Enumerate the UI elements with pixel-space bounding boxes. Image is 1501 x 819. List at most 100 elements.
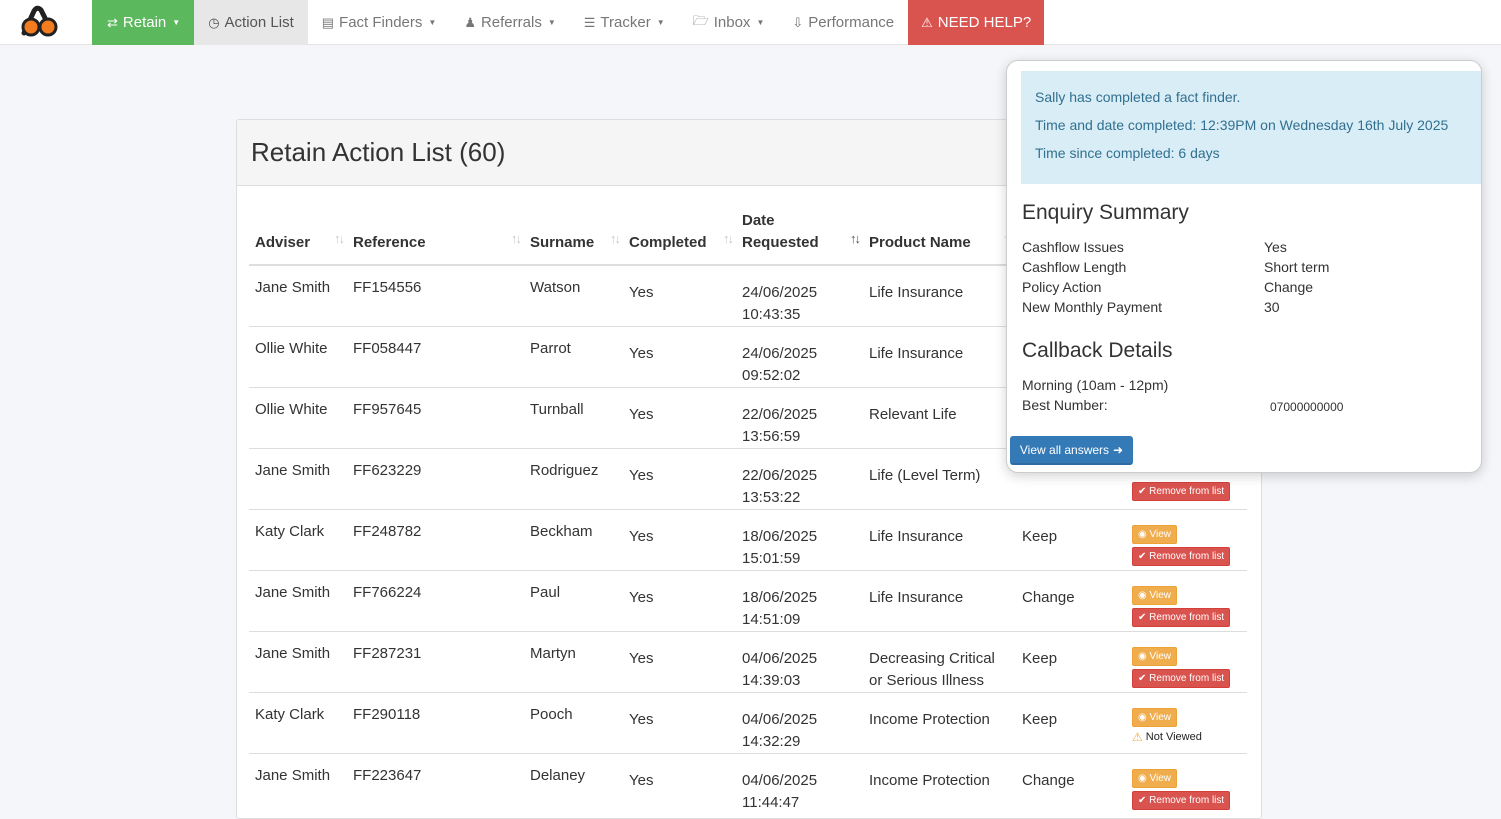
alert-line-completed: Sally has completed a fact finder.	[1035, 89, 1241, 105]
cell-reference: FF290118	[347, 692, 524, 754]
column-header-completed[interactable]: Completed ↑↓	[623, 210, 736, 266]
remove-button-label: Remove from list	[1149, 486, 1225, 497]
view-button[interactable]: ◉ View	[1132, 647, 1178, 666]
sort-icon[interactable]: ↑↓	[723, 228, 734, 250]
time-value: 13:53:22	[742, 489, 801, 506]
product-line: Life Insurance	[869, 589, 964, 606]
cell-adviser: Katy Clark	[249, 692, 347, 754]
column-header-label: Adviser	[255, 234, 311, 251]
cell-reference: FF766224	[347, 570, 524, 632]
sort-icon[interactable]: ↑↓	[610, 228, 621, 250]
cell-adviser: Jane Smith	[249, 570, 347, 632]
check-icon: ✔	[1138, 673, 1147, 684]
nav-action-list[interactable]: ◷ Action List	[194, 0, 308, 45]
product-line: Relevant Life	[869, 406, 957, 423]
sort-icon[interactable]: ↑↓	[511, 228, 522, 250]
fact-finder-popover: Sally has completed a fact finder. Time …	[1006, 60, 1482, 473]
cell-date-requested: 04/06/2025 14:39:03	[736, 631, 863, 693]
enquiry-key: Cashflow Issues	[1022, 239, 1124, 255]
remove-from-list-button[interactable]: ✔ Remove from list	[1132, 669, 1231, 688]
cell-policy-action: Keep	[1016, 692, 1126, 754]
nav-inbox-dropdown[interactable]: 🗁 Inbox ▼	[679, 0, 779, 45]
cell-adviser: Katy Clark	[249, 509, 347, 571]
nav-referrals-dropdown[interactable]: ♟ Referrals ▼	[450, 0, 569, 45]
enquiry-value: Yes	[1264, 239, 1287, 255]
column-header-reference[interactable]: Reference ↑↓	[347, 210, 524, 266]
time-value: 14:32:29	[742, 733, 801, 750]
need-help-button[interactable]: ⚠ NEED HELP?	[908, 0, 1045, 45]
caret-down-icon: ▼	[172, 18, 181, 27]
sort-desc-icon[interactable]: ↑↓	[850, 228, 861, 250]
cell-completed: Yes	[623, 692, 736, 754]
table-row: Katy Clark FF248782 Beckham Yes 18/06/2025 15…	[249, 509, 1247, 571]
alert-line-date: Time and date completed: 12:39PM on Wedn…	[1035, 117, 1449, 133]
cell-adviser: Ollie White	[249, 326, 347, 388]
column-header-label: Completed	[629, 234, 707, 251]
cell-policy-action: Keep	[1016, 509, 1126, 571]
product-line: Life Insurance	[869, 345, 964, 362]
view-all-answers-button[interactable]: View all answers ➜	[1010, 436, 1133, 465]
circle-arrow-down-icon: ⇩	[792, 14, 804, 30]
date-value: 24/06/2025	[742, 284, 818, 301]
cell-product-name: Life (Level Term)	[863, 448, 1016, 510]
cell-adviser: Jane Smith	[255, 279, 331, 296]
column-header-adviser[interactable]: Adviser ↑↓	[249, 210, 347, 266]
cell-surname: Watson	[530, 279, 581, 296]
date-value: 18/06/2025	[742, 589, 818, 606]
eye-icon: ◉	[1138, 529, 1147, 540]
view-button[interactable]: ◉ View	[1132, 769, 1178, 788]
cell-product-name: Life Insurance	[863, 265, 1016, 327]
view-all-answers-label: View all answers	[1019, 442, 1110, 457]
cell-product-name: Income Protection	[863, 753, 1016, 814]
cell-date-requested: 04/06/2025 11:44:47	[736, 753, 863, 814]
cell-date-requested: 18/06/2025 14:51:09	[736, 570, 863, 632]
cell-completed: Yes	[623, 326, 736, 388]
column-header-date-requested[interactable]: Date Requested ↑↓	[736, 210, 863, 266]
nav-performance-label: Performance	[808, 14, 895, 31]
view-button[interactable]: ◉ View	[1132, 708, 1178, 727]
date-value: 04/06/2025	[742, 711, 818, 728]
cell-completed: Yes	[623, 570, 736, 632]
remove-from-list-button[interactable]: ✔ Remove from list	[1132, 547, 1231, 566]
view-button-label: View	[1149, 773, 1172, 784]
nav-tracker-dropdown[interactable]: ☰ Tracker ▼	[570, 0, 679, 45]
cell-policy-action: Change	[1016, 570, 1126, 632]
app-logo[interactable]	[18, 3, 60, 39]
date-value: 18/06/2025	[742, 528, 818, 545]
enquiry-value: Short term	[1264, 259, 1330, 275]
cell-date-requested: 22/06/2025 13:53:22	[736, 448, 863, 510]
remove-from-list-button[interactable]: ✔ Remove from list	[1132, 482, 1231, 501]
table-row: Jane Smith FF766224 Paul Yes 18/06/2025 14:51…	[249, 570, 1247, 632]
nav-fact-finders-label: Fact Finders	[339, 14, 423, 31]
nav-fact-finders-dropdown[interactable]: ▤ Fact Finders ▼	[308, 0, 451, 45]
nav-performance[interactable]: ⇩ Performance	[778, 0, 908, 45]
cell-date-requested: 22/06/2025 13:56:59	[736, 387, 863, 449]
time-value: 14:39:03	[742, 672, 801, 689]
cell-product-name: Life Insurance	[863, 326, 1016, 388]
cell-product-name: Life Insurance	[863, 509, 1016, 571]
sort-icon[interactable]: ↑↓	[334, 228, 345, 250]
remove-from-list-button[interactable]: ✔ Remove from list	[1132, 608, 1231, 627]
check-icon: ✔	[1138, 551, 1147, 562]
cell-reference: FF154556	[353, 279, 422, 296]
list-icon: ☰	[583, 14, 596, 30]
nav-retain-dropdown[interactable]: ⇄ Retain ▼	[92, 0, 195, 45]
cell-reference: FF957645	[347, 387, 524, 449]
cell-actions: ◉ View ⚠ Not Viewed	[1126, 692, 1247, 754]
enquiry-value: 30	[1264, 299, 1280, 315]
view-button[interactable]: ◉ View	[1132, 586, 1178, 605]
cell-reference: FF223647	[347, 753, 524, 814]
time-value: 10:43:35	[742, 306, 801, 323]
best-number-label: Best Number:	[1022, 397, 1108, 413]
column-header-surname[interactable]: Surname ↑↓	[524, 210, 623, 266]
column-header-product-name[interactable]: Product Name ↑↓	[863, 210, 1016, 266]
view-button[interactable]: ◉ View	[1132, 525, 1178, 544]
list-alt-icon: ▤	[321, 14, 335, 30]
remove-button-label: Remove from list	[1149, 612, 1225, 623]
cell-date-requested: 24/06/2025 09:52:02	[736, 326, 863, 388]
time-value: 15:01:59	[742, 550, 801, 567]
caret-down-icon: ▼	[428, 18, 437, 27]
dashboard-icon: ◷	[208, 14, 220, 30]
top-navbar: ⇄ Retain ▼ ◷ Action List ▤ Fact Finders …	[0, 0, 1501, 45]
time-value: 11:44:47	[742, 794, 800, 811]
